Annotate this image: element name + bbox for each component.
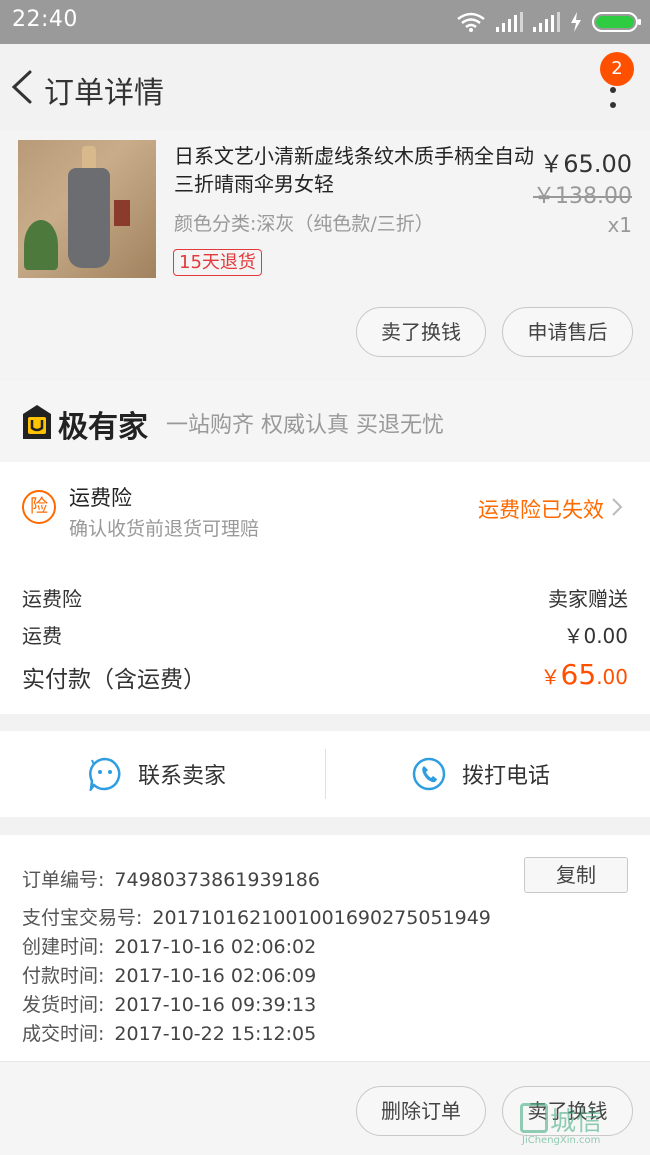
brand-name: 极有家 xyxy=(58,410,148,445)
product-original-price: ￥138.00 xyxy=(533,184,632,209)
page-title: 订单详情 xyxy=(44,76,164,111)
insurance-title: 运费险 xyxy=(69,486,132,510)
insurance-icon: 险 xyxy=(22,490,56,524)
contact-divider xyxy=(325,749,326,799)
chat-icon xyxy=(89,757,121,791)
return-policy-badge: 15天退货 xyxy=(173,249,262,276)
product-thumbnail[interactable] xyxy=(18,140,156,278)
chevron-right-icon[interactable] xyxy=(608,496,626,518)
shipped-time-row: 发货时间: 2017-10-16 09:39:13 xyxy=(22,994,317,1016)
product-price: ￥65.00 xyxy=(539,150,632,178)
paid-amount: ￥65.00 xyxy=(540,658,628,691)
product-spec: 颜色分类:深灰（纯色款/三折） xyxy=(174,213,434,235)
product-name[interactable]: 日系文艺小清新虚线条纹木质手柄全自动三折晴雨伞男女轻 xyxy=(174,142,534,198)
contact-seller-button[interactable]: 联系卖家 xyxy=(88,731,226,817)
call-phone-button[interactable]: 拨打电话 xyxy=(412,731,550,817)
charging-icon xyxy=(571,12,581,32)
insurance-desc: 确认收货前退货可理赔 xyxy=(69,518,260,540)
signal-icon-2 xyxy=(533,12,560,32)
notification-badge: 2 xyxy=(600,52,634,86)
footer-bar: 删除订单 卖了换钱 城信 JiChengXin.com xyxy=(0,1061,650,1155)
delete-order-button[interactable]: 删除订单 xyxy=(356,1086,486,1136)
paid-label: 实付款（含运费） xyxy=(22,667,206,693)
done-time-row: 成交时间: 2017-10-22 15:12:05 xyxy=(22,1023,317,1045)
status-bar: 22:40 xyxy=(0,0,650,44)
brand-slogan: 一站购齐 权威认真 买退无忧 xyxy=(166,413,444,438)
call-phone-label: 拨打电话 xyxy=(462,764,551,789)
copy-button[interactable]: 复制 xyxy=(524,857,628,893)
sell-button[interactable]: 卖了换钱 xyxy=(356,307,486,357)
cost-section: 险 运费险 确认收货前退货可理赔 运费险已失效 运费险 卖家赠送 运费 ￥0.0… xyxy=(0,462,650,714)
insurance-cost-label: 运费险 xyxy=(22,587,82,611)
status-icons xyxy=(456,8,641,36)
brand-banner[interactable]: 极有家 一站购齐 权威认真 买退无忧 xyxy=(0,380,650,462)
contact-bar: 联系卖家 拨打电话 xyxy=(0,731,650,817)
watermark: 城信 JiChengXin.com xyxy=(520,1101,642,1151)
wifi-icon xyxy=(457,12,485,32)
alipay-row: 支付宝交易号: 2017101621001001690275051949 xyxy=(22,907,491,929)
created-time-row: 创建时间: 2017-10-16 02:06:02 xyxy=(22,936,317,958)
header: 订单详情 2 xyxy=(0,44,650,130)
insurance-cost-value: 卖家赠送 xyxy=(548,587,628,611)
order-number-row: 订单编号: 74980373861939186 xyxy=(22,869,320,891)
paid-time-row: 付款时间: 2017-10-16 02:06:09 xyxy=(22,965,317,987)
brand-logo-icon xyxy=(23,405,51,439)
order-info: 订单编号: 74980373861939186 复制 支付宝交易号: 2017101… xyxy=(0,835,650,1061)
insurance-status[interactable]: 运费险已失效 xyxy=(478,494,604,524)
battery-icon xyxy=(592,12,641,32)
status-time: 22:40 xyxy=(12,7,78,32)
contact-seller-label: 联系卖家 xyxy=(138,764,227,789)
phone-icon xyxy=(412,757,446,791)
shipping-value: ￥0.00 xyxy=(563,624,628,648)
signal-icon xyxy=(496,12,523,32)
after-sale-button[interactable]: 申请售后 xyxy=(502,307,633,357)
shipping-label: 运费 xyxy=(22,624,62,648)
order-number[interactable]: 74980373861939186 xyxy=(114,869,320,891)
product-quantity: x1 xyxy=(607,213,632,237)
back-arrow-icon[interactable] xyxy=(4,64,44,110)
